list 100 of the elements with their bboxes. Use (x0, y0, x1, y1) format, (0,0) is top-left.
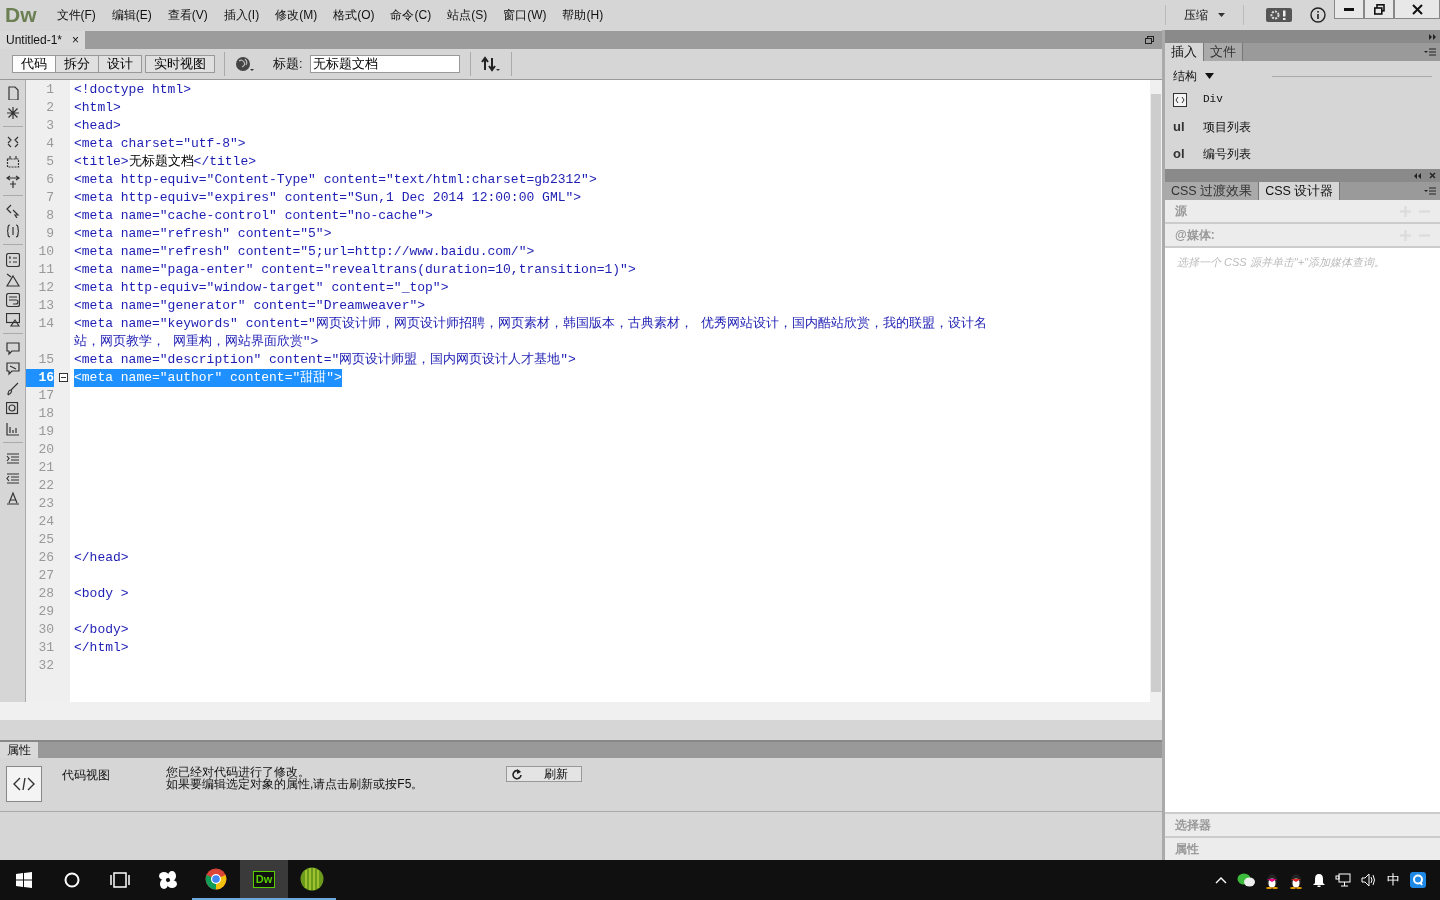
chevron-up-icon[interactable] (1215, 876, 1227, 884)
menu-item[interactable]: 修改(M) (267, 6, 326, 24)
panel-tab[interactable]: CSS 过渡效果 (1165, 182, 1260, 200)
line-number: 5 (45, 153, 55, 171)
settings-icon[interactable] (1266, 8, 1292, 22)
pinwheel-icon[interactable] (157, 869, 179, 891)
refresh-icon (511, 768, 522, 780)
panel-tab[interactable]: 属性 (0, 742, 38, 758)
panel-tab[interactable]: 文件 (1204, 43, 1243, 61)
view-button[interactable]: 设计 (98, 55, 142, 73)
app-logo[interactable]: Dw (252, 870, 276, 888)
insert-item[interactable]: ol 编号列表 (1173, 140, 1432, 167)
line-number: 30 (37, 621, 55, 639)
horizontal-scrollbar[interactable] (0, 702, 1162, 720)
code-line: <meta http-equiv="expires" content="Sun,1 Dec 2014 12:00:00 GML"> (74, 189, 583, 207)
penguin-icon[interactable] (1265, 871, 1279, 889)
network-icon[interactable] (1335, 873, 1351, 887)
title-field[interactable]: 无标题文档 (310, 55, 461, 73)
outdent-icon[interactable] (5, 471, 20, 485)
code-line: <!doctype html> (74, 81, 193, 99)
line-number: 6 (45, 171, 55, 189)
panel-tab[interactable]: 插入 (1165, 43, 1204, 61)
menu-item[interactable]: 站点(S) (439, 6, 496, 24)
penguin-icon[interactable] (1289, 871, 1303, 889)
section-title: @媒体: (1175, 227, 1215, 244)
search-icon[interactable] (64, 872, 80, 888)
message-text: 您已经对代码进行了修改。 (166, 766, 311, 778)
code-line: <meta name="generator" content="Dreamweaver"> (74, 297, 427, 315)
workspace-dropdown[interactable]: 压缩 (1165, 5, 1244, 25)
menu-item[interactable]: 窗口(W) (495, 6, 555, 24)
line-number: 14 (37, 315, 55, 333)
view-button[interactable]: 拆分 (55, 55, 99, 73)
refresh-button[interactable]: 刷新 (506, 766, 582, 782)
document-tab[interactable]: Untitled-1* × (0, 31, 86, 49)
indent-icon[interactable] (5, 451, 20, 465)
code-brackets-icon (13, 776, 35, 792)
close-icon[interactable] (1429, 172, 1436, 179)
browser-icon[interactable] (205, 868, 227, 890)
panel-menu-icon[interactable] (1424, 48, 1436, 56)
numbered-list-icon[interactable] (5, 253, 20, 267)
collapse-panel-icon[interactable] (1414, 172, 1421, 179)
windows-icon[interactable] (16, 872, 32, 888)
code-line: <meta charset="utf-8"> (74, 135, 247, 153)
menu-item[interactable]: 查看(V) (159, 6, 216, 24)
input-method-indicator[interactable]: 中 (1387, 870, 1400, 890)
sort-icon[interactable] (481, 56, 502, 72)
message-text: 如果要编辑选定对象的属性,请点击刷新或按F5。 (166, 778, 425, 790)
line-number: 3 (45, 117, 55, 135)
panel-tab[interactable]: CSS 设计器 (1259, 182, 1341, 200)
vertical-scrollbar[interactable] (1150, 80, 1162, 702)
chat-icon[interactable] (1237, 872, 1255, 888)
volume-icon[interactable] (1361, 873, 1377, 887)
document-tab-title[interactable]: Untitled-1* (6, 31, 63, 49)
close-button[interactable] (1394, 0, 1440, 19)
line-number: 26 (37, 549, 55, 567)
insert-item[interactable]: ul 项目列表 (1173, 113, 1432, 140)
messenger-icon[interactable] (1410, 872, 1426, 888)
code-line: </html> (74, 639, 130, 657)
expand-panel-icon[interactable] (1429, 33, 1436, 40)
dashed-box-icon[interactable] (5, 155, 20, 169)
menu-item[interactable]: 编辑(E) (103, 6, 160, 24)
line-number: 27 (37, 567, 55, 585)
line-number: 17 (37, 387, 55, 405)
menu-item[interactable]: 文件(F) (48, 6, 104, 24)
div-icon (1173, 93, 1187, 108)
bar-chart-icon[interactable] (5, 422, 20, 436)
view-button[interactable]: 代码 (12, 55, 56, 73)
insert-item[interactable]: Div (1173, 86, 1432, 113)
melon-icon[interactable] (300, 867, 324, 891)
line-number: 15 (37, 351, 55, 369)
line-number: 4 (45, 135, 55, 153)
line-number: 11 (37, 261, 55, 279)
comment-icon[interactable] (5, 342, 20, 356)
category-dropdown[interactable]: 结构 (1173, 67, 1214, 85)
menu-item[interactable]: 格式(O) (325, 6, 383, 24)
minimize-button[interactable] (1334, 0, 1364, 19)
panel-menu-icon[interactable] (1424, 187, 1436, 195)
fold-icon[interactable] (59, 373, 68, 382)
wrap-icon[interactable] (5, 293, 20, 307)
mode-label: 代码视图 (62, 767, 111, 784)
line-number: 12 (37, 279, 55, 297)
close-tab-button[interactable]: × (72, 31, 80, 49)
braces-icon[interactable] (5, 224, 20, 238)
task-view-icon[interactable] (110, 872, 130, 888)
asterisk-icon[interactable] (5, 106, 20, 120)
menu-item[interactable]: 插入(I) (215, 6, 268, 24)
restore-panel-icon[interactable] (1145, 36, 1154, 44)
brush-icon[interactable] (5, 382, 20, 396)
code-line: <title>无标题文档</title> (74, 153, 258, 171)
line-number: 9 (45, 225, 55, 243)
bell-icon[interactable] (1313, 873, 1325, 887)
menu-item[interactable]: 命令(C) (382, 6, 440, 24)
info-icon[interactable] (1310, 7, 1326, 23)
page-icon[interactable] (5, 86, 20, 100)
menu-item[interactable]: 帮助(H) (554, 6, 612, 24)
code-line: <meta name="paga-enter" content="revealtrans(duration=10,transition=1)"> (74, 261, 637, 279)
restore-button[interactable] (1364, 0, 1394, 19)
code-line: <meta http-equiv="Content-Type" content="text/html:charset=gb2312"> (74, 171, 598, 189)
line-number: 23 (37, 495, 55, 513)
view-button[interactable]: 实时视图 (145, 55, 215, 73)
